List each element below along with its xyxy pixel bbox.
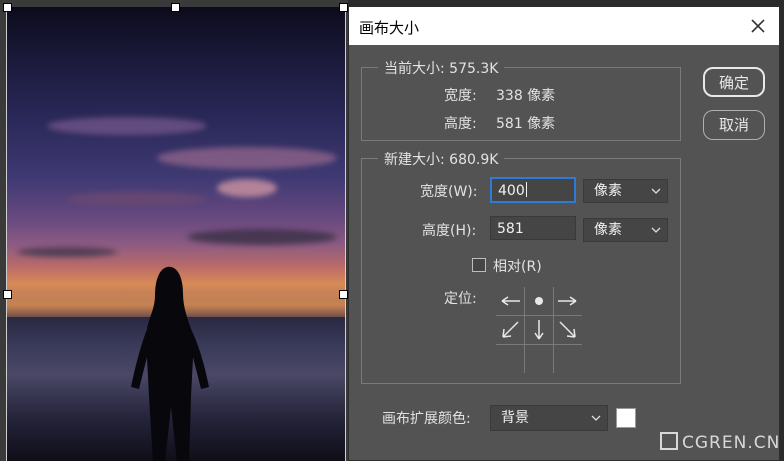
height-unit-value: 像素 <box>594 222 622 238</box>
resize-handle-left[interactable] <box>3 290 12 299</box>
arrow-down-left-icon <box>502 321 519 338</box>
width-input[interactable]: 400 <box>490 177 576 203</box>
resize-handle-top-left[interactable] <box>3 3 12 12</box>
relative-checkbox[interactable] <box>472 258 486 272</box>
cloud-shape <box>157 147 337 169</box>
width-input-value: 400 <box>498 183 525 199</box>
current-size-legend: 当前大小: 575.3K <box>378 58 505 78</box>
extension-color-label: 画布扩展颜色: <box>382 411 471 427</box>
extension-color-swatch[interactable] <box>616 408 636 428</box>
anchor-cell-top-center[interactable] <box>525 287 553 315</box>
new-size-legend: 新建大小: 680.9K <box>378 149 505 169</box>
anchor-dot-icon <box>535 297 543 305</box>
extension-color-value: 背景 <box>501 410 529 426</box>
cloud-shape <box>187 229 337 245</box>
anchor-cell-middle-right[interactable] <box>554 316 582 344</box>
anchor-grid <box>496 287 582 373</box>
resize-handle-top[interactable] <box>171 3 180 12</box>
dialog-titlebar: 画布大小 <box>349 7 779 45</box>
chevron-down-icon <box>651 188 661 194</box>
relative-label: 相对(R) <box>493 259 542 275</box>
close-icon[interactable] <box>745 13 771 39</box>
canvas-area <box>0 0 348 461</box>
current-height-label: 高度: <box>444 116 477 132</box>
anchor-cell-middle-left[interactable] <box>496 316 524 344</box>
ok-button[interactable]: 确定 <box>703 67 765 97</box>
anchor-cell-bottom-left[interactable] <box>496 345 524 373</box>
width-unit-value: 像素 <box>594 183 622 199</box>
height-unit-select[interactable]: 像素 <box>583 218 668 242</box>
arrow-left-icon <box>501 296 520 306</box>
chevron-down-icon <box>651 227 661 233</box>
resize-handle-top-right[interactable] <box>339 3 348 12</box>
anchor-cell-top-right[interactable] <box>554 287 582 315</box>
cloud-shape <box>67 192 207 206</box>
person-silhouette <box>131 266 209 461</box>
watermark-logo-icon <box>660 432 678 450</box>
arrow-down-icon <box>534 320 544 340</box>
current-width-label: 宽度: <box>444 88 477 104</box>
anchor-cell-top-left[interactable] <box>496 287 524 315</box>
anchor-cell-bottom-center[interactable] <box>525 345 553 373</box>
current-height-value: 581 像素 <box>496 116 556 132</box>
anchor-label: 定位: <box>444 291 477 307</box>
arrow-right-icon <box>558 296 577 306</box>
cloud-shape <box>47 117 207 135</box>
cancel-button[interactable]: 取消 <box>703 110 765 140</box>
cloud-shape <box>217 179 277 197</box>
sunset-photo <box>6 7 346 461</box>
resize-handle-right[interactable] <box>339 290 348 299</box>
current-width-value: 338 像素 <box>496 88 556 104</box>
anchor-cell-bottom-right[interactable] <box>554 345 582 373</box>
new-height-label: 高度(H): <box>422 223 477 239</box>
chevron-down-icon <box>591 415 601 421</box>
watermark-text: CGREN.CN <box>682 433 781 453</box>
width-unit-select[interactable]: 像素 <box>583 179 668 203</box>
dialog-title: 画布大小 <box>359 19 420 37</box>
extension-color-select[interactable]: 背景 <box>490 405 608 431</box>
new-width-label: 宽度(W): <box>420 184 478 200</box>
arrow-down-right-icon <box>559 321 576 338</box>
watermark: CGREN.CN <box>660 432 780 453</box>
cloud-shape <box>17 247 117 257</box>
anchor-cell-middle-center[interactable] <box>525 316 553 344</box>
height-input-value: 581 <box>497 221 524 237</box>
height-input[interactable]: 581 <box>490 216 576 240</box>
text-caret <box>525 182 527 197</box>
